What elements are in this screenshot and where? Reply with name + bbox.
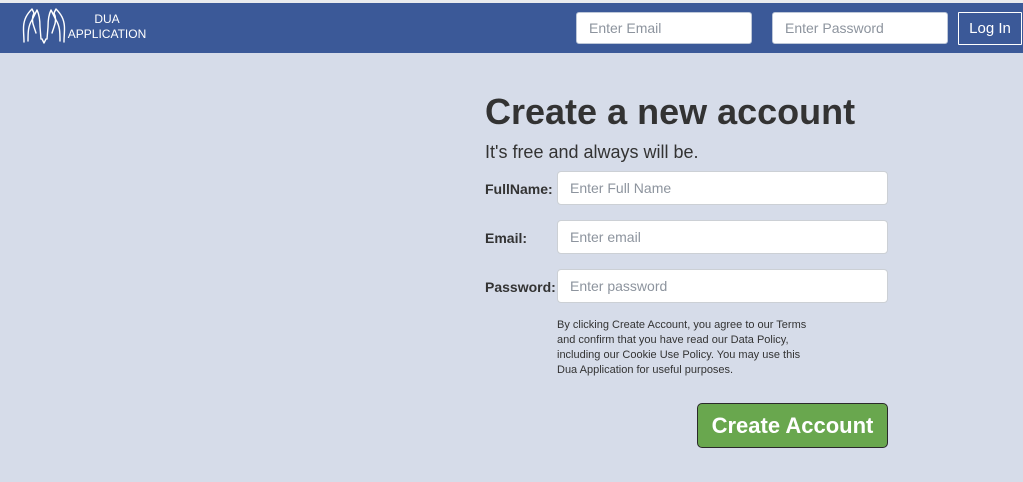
email-label: Email: bbox=[485, 230, 528, 246]
brand-line-1: DUA bbox=[94, 12, 120, 26]
create-account-button[interactable]: Create Account bbox=[697, 403, 888, 448]
page-title: Create a new account bbox=[485, 91, 856, 132]
brand-name: DUA APPLICATION bbox=[66, 12, 148, 42]
praying-hands-icon bbox=[22, 8, 66, 44]
login-button[interactable]: Log In bbox=[958, 12, 1022, 45]
header-bar: DUA APPLICATION Log In bbox=[0, 3, 1023, 53]
login-email-input[interactable] bbox=[576, 12, 752, 44]
page-subtitle: It's free and always will be. bbox=[485, 142, 699, 162]
login-password-input[interactable] bbox=[772, 12, 948, 44]
email-input[interactable] bbox=[557, 220, 888, 254]
fullname-input[interactable] bbox=[557, 171, 888, 205]
terms-text: By clicking Create Account, you agree to… bbox=[557, 319, 807, 376]
password-label: Password: bbox=[485, 279, 556, 295]
fullname-label: FullName: bbox=[485, 181, 553, 197]
brand-line-2: APPLICATION bbox=[67, 27, 147, 41]
password-input[interactable] bbox=[557, 269, 888, 303]
